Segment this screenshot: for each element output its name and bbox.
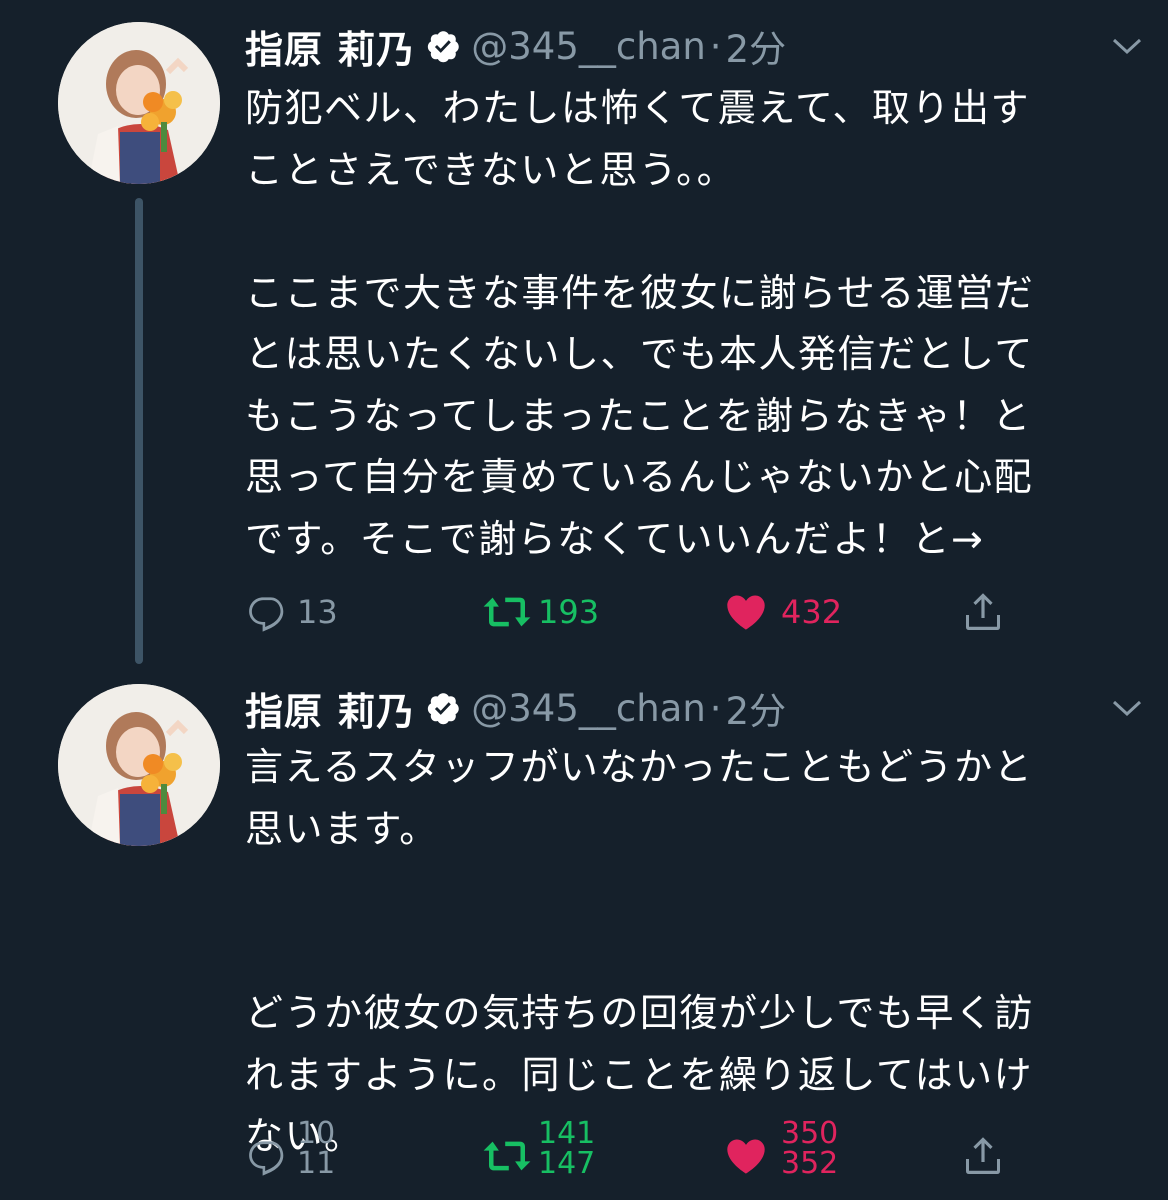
tweet-text-line: です。そこで謝らなくていいんだよ！と→ xyxy=(245,516,985,561)
reply-button[interactable]: 10 11 xyxy=(245,1119,335,1186)
tweet-1[interactable]: 指原 莉乃 @345__chan · 2分 防犯ベル、わたしは怖くて震えて、取り… xyxy=(0,0,1168,670)
display-name[interactable]: 指原 莉乃 xyxy=(245,19,415,74)
tweet-actions: 13 193 432 xyxy=(245,582,1125,642)
like-count-new: 352 xyxy=(781,1146,839,1181)
timestamp[interactable]: 2分 xyxy=(726,681,787,735)
share-button[interactable] xyxy=(959,582,1007,642)
verified-badge-icon xyxy=(425,28,461,64)
tweet-text-line xyxy=(245,922,1135,984)
reply-icon xyxy=(249,597,284,632)
like-count-old: 350 xyxy=(781,1116,839,1151)
like-button[interactable]: 350 352 xyxy=(723,1119,838,1186)
reply-count-old: 10 xyxy=(297,1116,336,1151)
tweet-2[interactable]: 指原 莉乃 @345__chan · 2分 言えるスタッフがいなかったこともどう… xyxy=(0,670,1168,1200)
tweet-text-line xyxy=(245,860,1135,922)
reply-count-new: 11 xyxy=(297,1146,336,1181)
retweet-icon xyxy=(483,1141,531,1171)
chevron-down-icon[interactable] xyxy=(1112,698,1142,718)
retweet-button[interactable]: 193 xyxy=(480,582,599,642)
tweet-text-line: ことさえできないと思う。。 xyxy=(245,147,737,192)
tweet-text-line: とは思いたくないし、でも本人発信だとして xyxy=(245,332,1034,376)
tweet-text-line: 防犯ベル、わたしは怖くて震えて、取り出す xyxy=(245,86,1031,130)
tweet-text-line xyxy=(245,201,1135,263)
tweet-text-line: 思います。 xyxy=(245,806,439,851)
reply-button[interactable]: 13 xyxy=(245,582,338,642)
like-button[interactable]: 432 xyxy=(723,582,842,642)
retweet-button[interactable]: 141 147 xyxy=(480,1119,595,1186)
share-icon xyxy=(966,1137,1000,1174)
avatar[interactable] xyxy=(58,22,220,184)
share-icon xyxy=(966,593,1000,630)
tweet-text-line: どうか彼女の気持ちの回復が少しでも早く訪 xyxy=(245,991,1034,1035)
user-handle[interactable]: @345__chan xyxy=(471,25,706,68)
retweet-count-old: 141 xyxy=(538,1116,596,1151)
separator-dot: · xyxy=(709,686,722,730)
retweet-icon xyxy=(483,597,531,627)
tweet-text-line: れますように。同じことを繰り返してはいけ xyxy=(245,1052,1034,1097)
avatar[interactable] xyxy=(58,684,220,846)
like-count-animating: 350 352 xyxy=(781,1119,838,1179)
user-handle[interactable]: @345__chan xyxy=(471,687,706,730)
retweet-count: 193 xyxy=(538,593,600,631)
tweet-header: 指原 莉乃 @345__chan · 2分 xyxy=(245,16,786,76)
timestamp[interactable]: 2分 xyxy=(726,19,787,73)
heart-icon xyxy=(727,595,765,630)
like-count: 432 xyxy=(781,593,843,631)
share-button[interactable] xyxy=(959,1126,1007,1186)
retweet-count-animating: 141 147 xyxy=(538,1119,595,1179)
tweet-text-line: ここまで大きな事件を彼女に謝らせる運営だ xyxy=(245,270,1035,315)
separator-dot: · xyxy=(709,24,722,68)
reply-count: 13 xyxy=(297,593,338,631)
tweet-text-line: もこうなってしまったことを謝らなきゃ！と xyxy=(245,393,1032,438)
tweet-actions: 10 11 141 147 350 352 xyxy=(245,1119,1125,1186)
tweet-text: 言えるスタッフがいなかったこともどうかと 思います。 どうか彼女の気持ちの回復が… xyxy=(245,737,1135,1168)
tweet-text-line: 思って自分を責めているんじゃないかと心配 xyxy=(245,455,1034,499)
tweet-text: 防犯ベル、わたしは怖くて震えて、取り出す ことさえできないと思う。。 ここまで大… xyxy=(245,78,1135,570)
reply-icon xyxy=(249,1141,284,1176)
tweet-text-line: 言えるスタッフがいなかったこともどうかと xyxy=(245,745,1034,789)
heart-icon xyxy=(727,1139,765,1174)
verified-badge-icon xyxy=(425,690,461,726)
tweet-header: 指原 莉乃 @345__chan · 2分 xyxy=(245,678,786,738)
display-name[interactable]: 指原 莉乃 xyxy=(245,681,415,736)
chevron-down-icon[interactable] xyxy=(1112,36,1142,56)
retweet-count-new: 147 xyxy=(538,1146,596,1181)
thread-connector-line xyxy=(135,198,143,664)
reply-count-animating: 10 11 xyxy=(297,1119,335,1179)
